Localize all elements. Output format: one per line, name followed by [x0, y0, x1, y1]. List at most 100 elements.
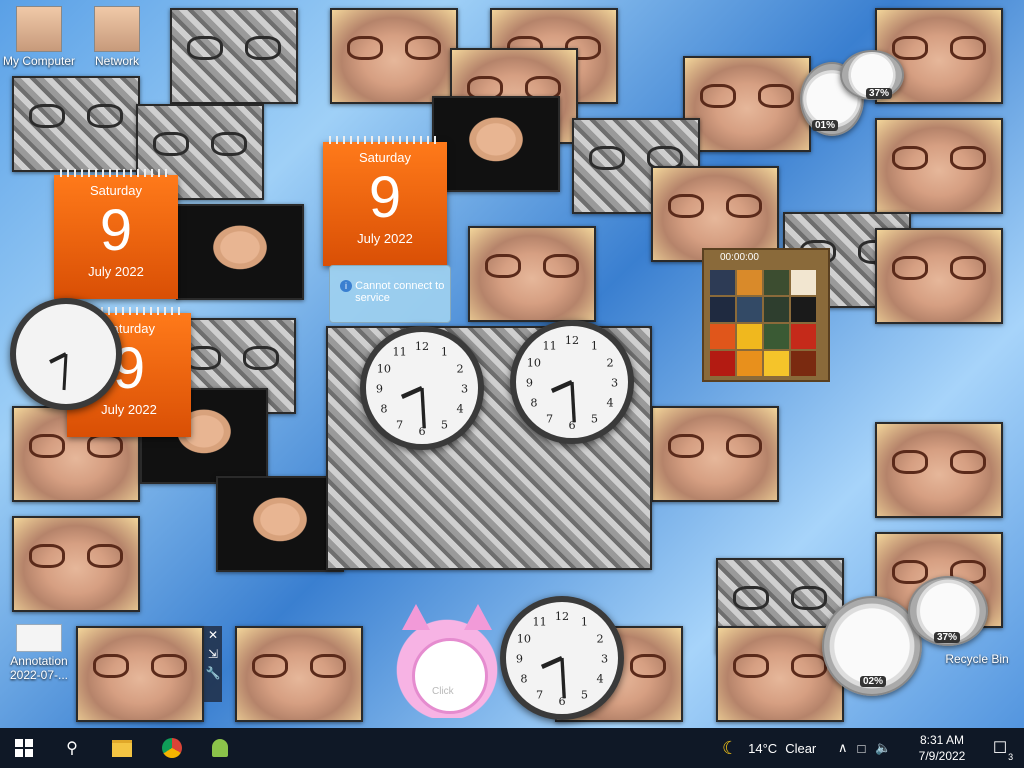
- photo-tile: [875, 118, 1003, 214]
- icon-label: My Computer: [2, 54, 76, 68]
- photo-tile: [12, 516, 140, 612]
- volume-icon[interactable]: 🔈: [875, 740, 891, 756]
- cat-clock-label: Click: [432, 686, 454, 697]
- cpu-meter-gadget[interactable]: 02%: [822, 596, 922, 696]
- taskbar-chrome[interactable]: [148, 728, 196, 768]
- svg-text:3: 3: [601, 652, 608, 665]
- close-icon[interactable]: ✕: [204, 626, 222, 645]
- taskbar-android-app[interactable]: [196, 728, 244, 768]
- calendar-month: July 2022: [88, 264, 144, 279]
- photo-tile: [12, 76, 140, 172]
- picture-puzzle-gadget[interactable]: 00:00:00: [702, 248, 830, 382]
- search-icon: ⚲: [66, 740, 78, 757]
- weather-error-toast[interactable]: i Cannot connect to service: [329, 265, 451, 323]
- clock-minute-hand: [560, 657, 566, 699]
- svg-text:3: 3: [611, 376, 618, 389]
- photo-tile: [176, 204, 304, 300]
- search-button[interactable]: ⚲: [48, 728, 96, 768]
- svg-text:8: 8: [520, 673, 527, 686]
- puzzle-grid[interactable]: [704, 266, 828, 380]
- svg-text:2: 2: [607, 356, 614, 369]
- svg-text:10: 10: [377, 362, 391, 375]
- resize-icon[interactable]: ⇲: [204, 645, 222, 664]
- clock-minute-hand: [570, 381, 576, 423]
- photo-tile: [468, 226, 596, 322]
- memory-meter-gadget[interactable]: 37%: [840, 50, 904, 100]
- desktop-icon-recycle-bin[interactable]: Recycle Bin: [938, 652, 1016, 666]
- calendar-gadget[interactable]: Saturday 9 July 2022: [54, 169, 178, 299]
- cat-clock-face: [412, 638, 488, 714]
- cat-clock-gadget[interactable]: Click: [392, 598, 502, 718]
- image-file-icon: [16, 624, 62, 652]
- puzzle-timer: 00:00:00: [720, 252, 759, 263]
- svg-text:7: 7: [396, 418, 403, 431]
- clock-gadget[interactable]: 12 1234567891011: [360, 326, 484, 450]
- clock-hour-hand: [540, 655, 563, 670]
- cat-ear: [464, 604, 492, 630]
- taskbar-file-explorer[interactable]: [98, 728, 146, 768]
- svg-text:9: 9: [516, 652, 523, 665]
- weather-widget[interactable]: ☾ 14°C Clear: [722, 728, 816, 768]
- calendar-date: 9: [99, 198, 133, 263]
- clock-hour-hand: [49, 352, 67, 364]
- calendar-day: Saturday: [358, 150, 412, 165]
- chat-bubble-icon: ☐ 3: [992, 740, 1014, 762]
- svg-text:7: 7: [536, 688, 543, 701]
- photo-tile: [216, 476, 344, 572]
- clock-date[interactable]: 8:31 AM 7/9/2022: [914, 732, 970, 764]
- clock-hour-hand: [400, 385, 423, 400]
- my-computer-icon: [16, 6, 62, 52]
- svg-text:3: 3: [461, 382, 468, 395]
- start-button[interactable]: [0, 728, 48, 768]
- desktop-icon-network[interactable]: Network: [78, 6, 156, 68]
- clock-gadget[interactable]: 12 1234567891011: [500, 596, 624, 720]
- folder-icon: [112, 739, 132, 757]
- cat-ear: [402, 604, 430, 630]
- desktop-icon-my-computer[interactable]: My Computer: [0, 6, 78, 68]
- photo-tile: [432, 96, 560, 192]
- svg-text:4: 4: [597, 673, 604, 686]
- calendar-day: Saturday: [89, 183, 143, 198]
- svg-text:5: 5: [581, 688, 588, 701]
- calendar-rings: [60, 169, 172, 177]
- windows-logo-icon: [15, 739, 33, 757]
- svg-text:11: 11: [542, 340, 556, 353]
- weather-temperature: 14°C: [748, 740, 778, 756]
- svg-text:1: 1: [581, 616, 588, 629]
- photo-tile: [683, 56, 811, 152]
- notification-center-button[interactable]: ☐ 3: [976, 728, 1024, 768]
- cpu-usage-value: 02%: [860, 676, 887, 687]
- svg-text:9: 9: [376, 382, 383, 395]
- clock-minute-hand: [420, 387, 426, 429]
- calendar-month: July 2022: [357, 231, 413, 246]
- svg-text:10: 10: [517, 632, 531, 645]
- svg-text:12: 12: [565, 334, 579, 347]
- photo-tile: [235, 626, 363, 722]
- icon-label: Recycle Bin: [945, 652, 1009, 666]
- android-icon: [212, 739, 228, 757]
- svg-text:9: 9: [526, 376, 533, 389]
- photo-tile: [76, 626, 204, 722]
- memory-meter-gadget[interactable]: 37%: [908, 576, 988, 646]
- svg-text:4: 4: [607, 397, 614, 410]
- calendar-gadget[interactable]: Saturday 9 July 2022: [323, 136, 447, 266]
- photo-tile: [170, 8, 298, 104]
- network-icon[interactable]: □: [858, 741, 866, 756]
- icon-label: Annotation 2022-07-...: [9, 654, 69, 682]
- chevron-up-icon[interactable]: ∧: [838, 740, 848, 756]
- svg-text:5: 5: [441, 418, 448, 431]
- clock-gadget[interactable]: [10, 298, 122, 410]
- icon-label: Network: [94, 54, 139, 68]
- toast-text: Cannot connect to service: [355, 280, 445, 304]
- moon-icon: ☾: [722, 737, 739, 758]
- svg-text:1: 1: [441, 346, 448, 359]
- desktop-icon-annotation[interactable]: Annotation 2022-07-...: [0, 614, 78, 682]
- clock-gadget[interactable]: 12 1234567891011: [510, 320, 634, 444]
- svg-text:2: 2: [457, 362, 464, 375]
- memory-usage-value: 37%: [934, 632, 961, 643]
- photo-tile: [330, 8, 458, 104]
- system-tray: ∧ □ 🔈: [838, 728, 892, 768]
- settings-icon[interactable]: 🔧: [204, 664, 222, 683]
- calendar-date: 9: [368, 165, 402, 230]
- weather-condition: Clear: [785, 740, 817, 756]
